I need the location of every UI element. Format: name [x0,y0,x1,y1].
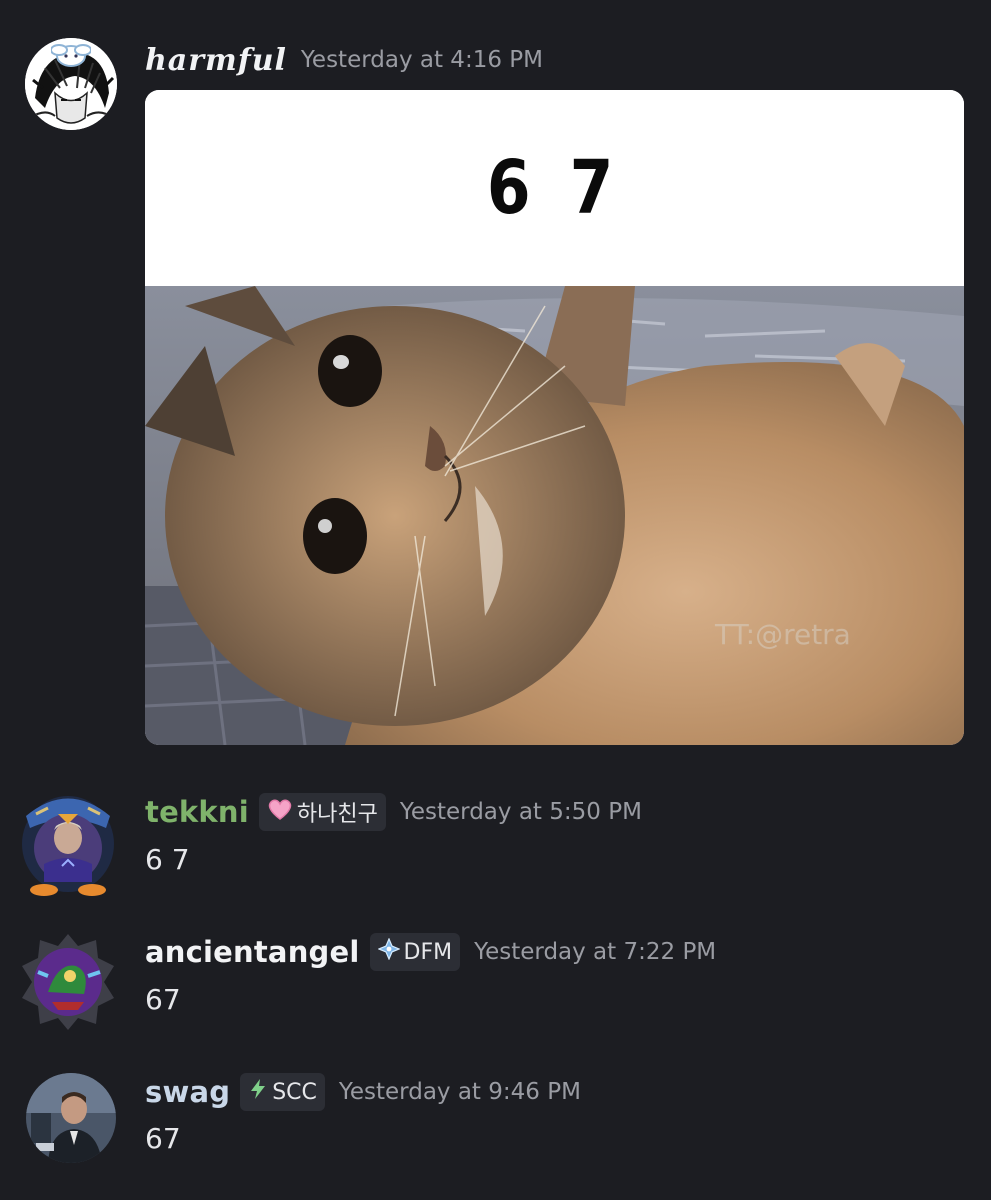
message-content: 67 [145,983,181,1016]
guild-tag[interactable]: SCC [240,1073,325,1111]
lightning-icon [248,1078,268,1106]
guild-tag[interactable]: 하나친구 [258,793,386,831]
embed-caption-text: 6 7 [487,145,622,231]
timestamp[interactable]: Yesterday at 5:50 PM [400,799,642,825]
bunny-decoration-icon [51,44,91,67]
guild-tag-label: 하나친구 [296,802,378,827]
sparkle-diamond-icon [376,937,401,966]
pink-heart-icon [267,798,293,826]
username[interactable]: tekkni [145,795,249,829]
spiky-frame-avatar-decoration-icon [22,934,114,1030]
timestamp[interactable]: Yesterday at 9:46 PM [339,1079,581,1105]
username[interactable]: swag [145,1075,230,1109]
guild-tag-label: SCC [272,1079,317,1105]
chat-message-list: harmful Yesterday at 4:16 PM 6 7 TT:@ret… [0,0,991,1200]
penguin-avatar-decoration-icon [22,796,114,896]
avatar-tekkni[interactable] [18,786,118,896]
message-header: harmful Yesterday at 4:16 PM [145,38,543,82]
message-content: 6 7 [145,843,190,876]
avatar-harmful[interactable] [25,38,117,130]
message-header: ancientangel DFM Yesterday at 7:22 PM [145,930,716,974]
message-header: swag SCC Yesterday at 9:46 PM [145,1070,581,1114]
message-header: tekkni 하나친구 Yesterday at 5:50 PM [145,790,642,834]
username[interactable]: harmful [145,43,287,78]
avatar-ancientangel[interactable] [18,932,118,1032]
watermark-text: TT:@retra [714,618,851,651]
username[interactable]: ancientangel [145,935,360,969]
gif-embed[interactable]: 6 7 TT:@retra [145,90,964,745]
timestamp[interactable]: Yesterday at 4:16 PM [301,47,543,73]
message-content: 67 [145,1122,181,1155]
cat-photo: TT:@retra [145,286,964,745]
embed-caption: 6 7 [145,90,964,286]
person-photo-avatar [26,1073,116,1163]
timestamp[interactable]: Yesterday at 7:22 PM [474,939,716,965]
guild-tag[interactable]: DFM [369,933,461,971]
avatar-swag[interactable] [26,1073,116,1163]
guild-tag-label: DFM [403,939,453,965]
kitten-image: TT:@retra [145,286,964,745]
